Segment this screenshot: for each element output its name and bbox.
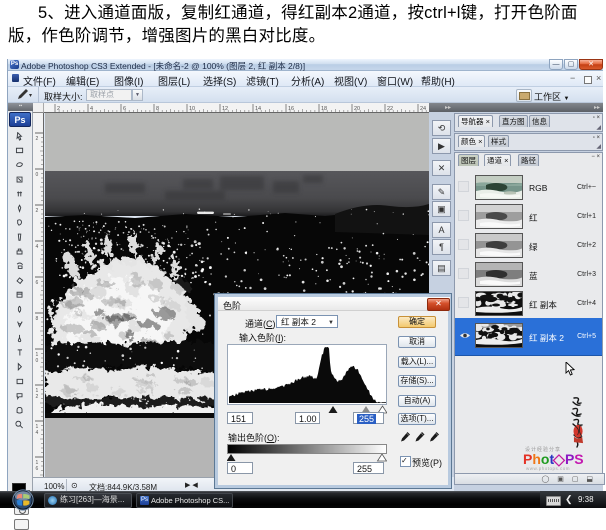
svg-text:0: 0 — [36, 358, 39, 364]
svg-text:6: 6 — [36, 466, 39, 472]
svg-text:8: 8 — [36, 316, 39, 322]
svg-text:14: 14 — [255, 106, 261, 112]
svg-text:4: 4 — [36, 430, 39, 436]
svg-text:0: 0 — [36, 172, 39, 178]
svg-text:24: 24 — [420, 106, 426, 112]
svg-text:16: 16 — [288, 106, 294, 112]
svg-text:2: 2 — [36, 136, 39, 142]
svg-text:2: 2 — [57, 106, 60, 112]
svg-text:4: 4 — [90, 106, 93, 112]
svg-text:4: 4 — [36, 244, 39, 250]
svg-text:18: 18 — [321, 106, 327, 112]
svg-text:22: 22 — [387, 106, 393, 112]
svg-text:8: 8 — [156, 106, 159, 112]
svg-text:10: 10 — [189, 106, 195, 112]
svg-text:2: 2 — [36, 394, 39, 400]
svg-text:12: 12 — [222, 106, 228, 112]
svg-text:2: 2 — [36, 208, 39, 214]
svg-text:6: 6 — [36, 280, 39, 286]
svg-text:6: 6 — [123, 106, 126, 112]
svg-text:20: 20 — [354, 106, 360, 112]
